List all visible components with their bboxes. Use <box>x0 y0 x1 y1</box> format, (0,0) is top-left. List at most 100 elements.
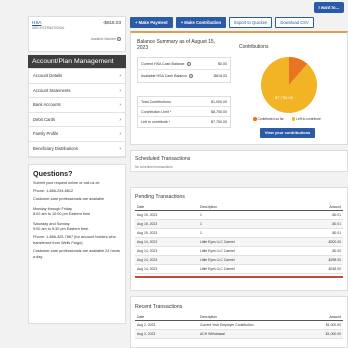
legend-left-label: Left to contribute <box>296 117 321 121</box>
recent-transactions-panel: Recent Transactions Date Description Amo… <box>130 296 348 348</box>
pie-slice-left[interactable] <box>261 57 317 113</box>
chevron-right-icon: › <box>119 73 121 79</box>
chevron-right-icon: › <box>119 116 121 123</box>
description-cell: Little Eyes LLC Carmel <box>200 240 235 244</box>
make-payment-button[interactable]: + Make Payment <box>130 17 173 28</box>
contribution-limit-value: $8,750.00 <box>211 110 227 114</box>
table-row: Aug 15, 2023 1 -$0.01 <box>135 229 343 238</box>
table-row: Aug 2, 2023 ACH Withdrawal -$1,000.00 <box>135 330 343 339</box>
date-cell: Aug 15, 2023 <box>137 213 158 217</box>
make-contribution-button[interactable]: + Make Contribution <box>175 17 227 28</box>
description-cell: Little Eyes LLC Carmel <box>200 249 235 253</box>
contributed-dot-icon <box>253 117 257 121</box>
amount-cell: -$0.01 <box>331 213 341 217</box>
phone-number[interactable]: Phone: 1-866-234-8812 <box>33 189 121 194</box>
description-cell: 1 <box>200 222 202 226</box>
amount-cell: -$0.01 <box>331 222 341 226</box>
pending-table-header: Date Description Amount <box>135 203 343 211</box>
account-card: HSA -$818.03 UBS INTERNATIONAL Available… <box>28 16 126 52</box>
menu-item-label: Account Details <box>33 73 63 78</box>
menu-item-debit-cards[interactable]: Debit Cards › <box>29 113 125 128</box>
date-header[interactable]: Date <box>137 203 144 211</box>
weekend-hours: 9:00 am to 5:30 pm Eastern time. <box>33 227 90 231</box>
management-menu: Account Details › Account Statements › Ban… <box>28 68 126 158</box>
account-balance: -$818.03 <box>102 20 121 25</box>
table-row: Aug 14, 2023 Little Eyes LLC Carmel -$318.… <box>135 265 343 274</box>
legend-left: Left to contribute <box>291 117 321 121</box>
left-to-contribute-row: Left to contribute * $7,750.00 <box>138 117 230 127</box>
amount-header[interactable]: Amount <box>329 313 341 321</box>
export-quicken-button[interactable]: Export to Quicken <box>229 17 273 28</box>
weekday-hours: 8:00 am to 10:00 pm Eastern time <box>33 212 91 217</box>
available-balance-label: Available Balance i <box>91 37 121 41</box>
date-cell: Aug 2, 2023 <box>137 323 156 327</box>
date-cell: Aug 14, 2023 <box>137 258 158 262</box>
recent-table-body: Aug 2, 2023 Current Year Employer Contrib… <box>131 321 347 339</box>
info-icon[interactable]: i <box>189 74 194 78</box>
wells-fargo-phone: Phone: 1-866-325-7867 (for account holde… <box>33 235 116 245</box>
date-cell: Aug 15, 2023 <box>137 222 158 226</box>
scheduled-title: Scheduled Transactions <box>135 156 191 162</box>
hsa-dashboard: I want to... HSA -$818.03 UBS INTERNATIO… <box>0 0 348 348</box>
account-plan-management-title: Account/Plan Management <box>28 55 126 68</box>
left-to-contribute-label: Left to contribute * <box>141 120 171 124</box>
availability-text: Customer-care professionals are availabl… <box>33 197 105 202</box>
table-row: Aug 15, 2023 1 -$0.01 <box>135 211 343 220</box>
action-bar: + Make Payment + Make Contribution Expor… <box>130 17 314 28</box>
table-row: Aug 14, 2023 Little Eyes LLC Carmel -$200.… <box>135 238 343 247</box>
date-header[interactable]: Date <box>137 313 144 321</box>
date-cell: Aug 14, 2023 <box>137 267 158 271</box>
total-contributions-value: $1,000.00 <box>211 100 227 104</box>
menu-item-family-profile[interactable]: Family Profile › <box>29 127 125 142</box>
description-cell: ACH Withdrawal <box>200 332 225 336</box>
top-bar: I want to... <box>0 0 348 14</box>
balance-summary-card: Balance Summary as of August 15, 2023 Cu… <box>130 31 348 145</box>
available-balance-value: -$818.03 <box>212 74 227 78</box>
contribution-limit-label: Contribution Limit * <box>141 110 172 114</box>
chevron-right-icon: › <box>119 131 121 138</box>
recent-title: Recent Transactions <box>135 304 183 310</box>
date-cell: Aug 14, 2023 <box>137 249 158 253</box>
questions-panel: Questions? Submit your request online or… <box>28 163 126 324</box>
contribution-totals-box: Total Contributions $1,000.00 Contributi… <box>137 96 231 128</box>
amount-cell: -$0.00 <box>331 249 341 253</box>
available-balance-row: Available HSA Cash Balance i -$818.03 <box>138 70 230 82</box>
table-row: Aug 2, 2023 Current Year Employer Contrib… <box>135 321 343 330</box>
menu-item-label: Bank Accounts <box>33 102 61 108</box>
contributions-pie-chart: $7,750.00 <box>261 57 317 113</box>
questions-intro: Submit your request online or call us at… <box>33 180 100 185</box>
table-row: Aug 14, 2023 Little Eyes LLC Carmel -$298.… <box>135 256 343 265</box>
amount-cell: -$0.01 <box>331 231 341 235</box>
description-header[interactable]: Description <box>200 313 217 321</box>
menu-item-beneficiary-distributions[interactable]: Beneficiary Distributions › <box>29 142 125 157</box>
left-to-contribute-value: $7,750.00 <box>211 120 227 124</box>
i-want-to-button[interactable]: I want to... <box>313 2 344 13</box>
menu-item-label: Account Statements <box>33 87 71 93</box>
current-balance-label: Current HSA Cash Balance <box>141 62 185 66</box>
amount-header[interactable]: Amount <box>329 203 341 211</box>
amount-cell: -$200.00 <box>327 240 341 244</box>
menu-item-label: Debit Cards <box>33 116 56 122</box>
date-cell: Aug 14, 2023 <box>137 240 158 244</box>
description-cell: 1 <box>200 231 202 235</box>
description-cell: Little Eyes LLC Carmel <box>200 267 235 271</box>
24-hour-text: Customer-care professionals are availabl… <box>33 249 120 259</box>
view-contributions-button[interactable]: View your contributions <box>260 128 315 138</box>
download-csv-button[interactable]: Download CSV <box>275 17 314 28</box>
menu-item-account-details[interactable]: Account Details › <box>29 69 125 84</box>
pending-table-body: Aug 15, 2023 1 -$0.01 Aug 15, 2023 1 -$0.01 Au… <box>131 211 347 274</box>
description-header[interactable]: Description <box>200 203 217 211</box>
table-row: Aug 15, 2023 1 -$0.01 <box>135 220 343 229</box>
table-row: Aug 14, 2023 Little Eyes LLC Carmel -$0.00 <box>135 247 343 256</box>
scheduled-empty-text: No scheduled transactions <box>135 165 173 169</box>
legend-contributed-label: Contributed so far <box>257 117 284 121</box>
pie-slice-label: $7,750.00 <box>275 95 294 100</box>
menu-item-bank-accounts[interactable]: Bank Accounts › <box>29 98 125 113</box>
pending-transactions-panel: Pending Transactions Date Description Am… <box>130 187 348 291</box>
info-icon[interactable]: i <box>117 37 121 41</box>
info-icon[interactable]: i <box>186 62 191 66</box>
menu-item-account-statements[interactable]: Account Statements › <box>29 84 125 99</box>
amount-cell: $1,000.00 <box>325 323 341 327</box>
amount-cell: -$318.00 <box>327 267 341 271</box>
available-balance-label: Available HSA Cash Balance <box>141 74 188 78</box>
